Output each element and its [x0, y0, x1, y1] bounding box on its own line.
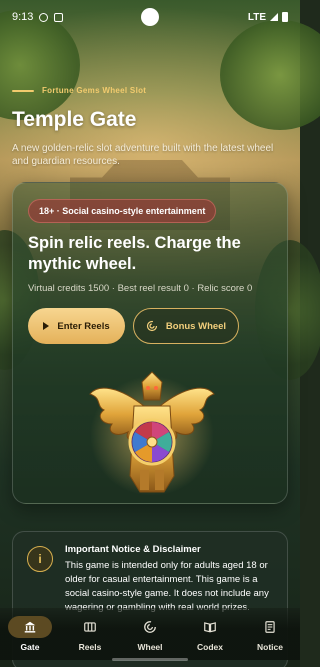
- nav-label-wheel: Wheel: [137, 642, 163, 652]
- nav-label-reels: Reels: [78, 642, 102, 652]
- network-label: LTE: [247, 11, 266, 23]
- hero-card: 18+ · Social casino-style entertainment …: [12, 182, 288, 504]
- notification-icon: [39, 12, 49, 22]
- app-notification-icon: [54, 12, 64, 22]
- nav-label-notice: Notice: [257, 642, 283, 652]
- bonus-wheel-button[interactable]: Bonus Wheel: [133, 308, 239, 344]
- golden-guardian-relic-image: [89, 371, 215, 496]
- signal-icon: [270, 13, 278, 21]
- kicker: Fortune Gems Wheel Slot: [12, 86, 146, 95]
- status-time: 9:13: [12, 11, 34, 23]
- wheel-icon: [144, 621, 156, 633]
- reels-icon: [84, 622, 96, 632]
- disclaimer-text: This game is intended only for adults ag…: [65, 560, 269, 613]
- camera-cutout: [141, 8, 159, 26]
- page-subtitle: A new golden-relic slot adventure built …: [12, 143, 274, 167]
- bonus-wheel-label: Bonus Wheel: [165, 320, 227, 332]
- age-badge: 18+ · Social casino-style entertainment: [28, 199, 217, 223]
- bottom-nav: Gate Reels Wheel Codex Notice: [0, 608, 300, 660]
- nav-item-reels[interactable]: Reels: [62, 616, 118, 652]
- temple-icon: [24, 621, 36, 633]
- enter-reels-button[interactable]: Enter Reels: [28, 308, 125, 344]
- page-title: Temple Gate: [12, 108, 137, 131]
- nav-item-wheel[interactable]: Wheel: [122, 616, 178, 652]
- book-icon: [204, 622, 216, 633]
- info-icon: i: [27, 546, 53, 572]
- credits-stats: Virtual credits 1500 · Best reel result …: [28, 283, 253, 294]
- battery-icon: [282, 12, 288, 22]
- disclaimer-title: Important Notice & Disclaimer: [65, 544, 201, 555]
- enter-reels-label: Enter Reels: [57, 320, 110, 332]
- card-headline: Spin relic reels. Charge the mythic whee…: [28, 234, 241, 273]
- nav-item-codex[interactable]: Codex: [182, 616, 238, 652]
- nav-item-notice[interactable]: Notice: [242, 616, 298, 652]
- home-indicator[interactable]: [112, 658, 188, 661]
- kicker-text: Fortune Gems Wheel Slot: [42, 86, 147, 95]
- nav-item-gate[interactable]: Gate: [2, 616, 58, 652]
- spiral-icon: [146, 320, 158, 332]
- play-icon: [43, 322, 50, 330]
- nav-label-gate: Gate: [20, 642, 40, 652]
- status-bar: 9:13 LTE: [0, 0, 300, 34]
- kicker-line: [12, 89, 34, 92]
- notice-icon: [265, 621, 275, 633]
- nav-label-codex: Codex: [197, 642, 223, 652]
